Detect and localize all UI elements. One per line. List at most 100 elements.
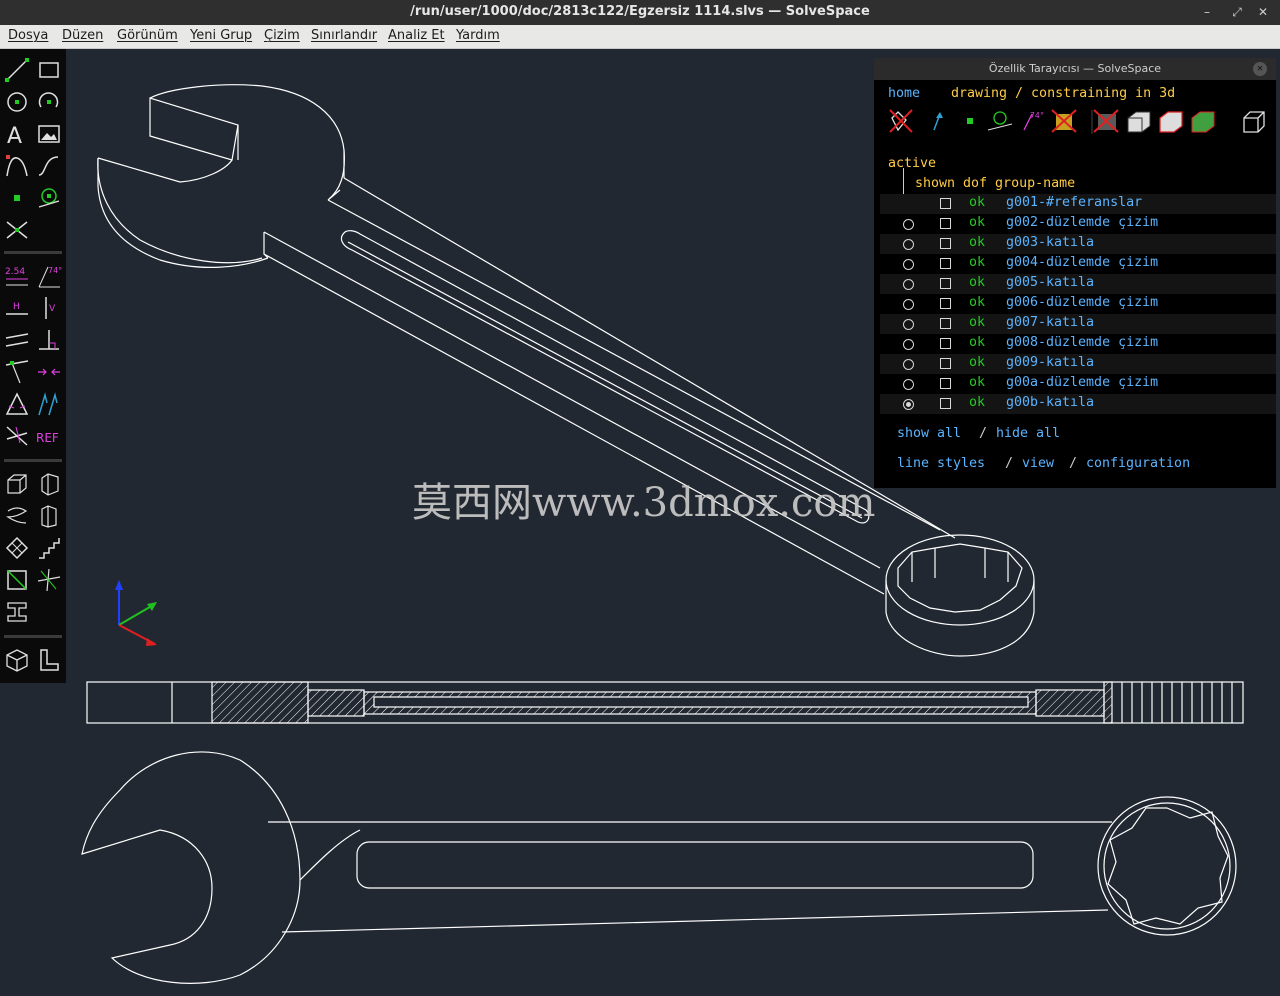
menu-edit[interactable]: Düzen (62, 28, 103, 43)
shown-checkbox[interactable] (940, 278, 951, 289)
group-name-link[interactable]: g008-düzlemde çizim (1006, 335, 1158, 350)
text-icon[interactable]: A (4, 121, 30, 147)
other-supplementary-icon[interactable] (36, 391, 62, 417)
shown-checkbox[interactable] (940, 358, 951, 369)
close-icon[interactable]: ✕ (1254, 3, 1272, 21)
menu-view[interactable]: Görünüm (117, 28, 178, 43)
show-normals-icon[interactable] (933, 112, 943, 131)
circle-icon[interactable] (4, 89, 30, 115)
group-name-link[interactable]: g00b-katıla (1006, 395, 1094, 410)
group-name-link[interactable]: g002-düzlemde çizim (1006, 215, 1158, 230)
active-radio[interactable] (903, 339, 914, 350)
horizontal-constraint-icon[interactable]: H (4, 295, 30, 321)
group-row[interactable]: ok g001-#referanslar (880, 194, 1276, 214)
group-row[interactable]: ok g004-düzlemde çizim (880, 254, 1276, 274)
shown-checkbox[interactable] (940, 198, 951, 209)
angle-constraint-icon[interactable]: 74° (36, 263, 62, 289)
workplane-group-icon[interactable] (4, 567, 30, 593)
perspective-icon[interactable] (1243, 111, 1265, 133)
active-radio[interactable] (903, 379, 914, 390)
shown-checkbox[interactable] (940, 318, 951, 329)
arc-icon[interactable] (36, 89, 62, 115)
active-radio[interactable] (903, 219, 914, 230)
menu-constrain[interactable]: Sınırlandır (311, 28, 377, 43)
group-name-link[interactable]: g007-katıla (1006, 315, 1094, 330)
show-workplanes-icon[interactable] (889, 109, 913, 133)
group-row[interactable]: ok g007-katıla (880, 314, 1276, 334)
hide-all-link[interactable]: hide all (996, 426, 1060, 441)
reference-constraint-icon[interactable]: REF (36, 431, 62, 457)
point-icon[interactable] (4, 185, 30, 211)
group-name-link[interactable]: g006-düzlemde çizim (1006, 295, 1158, 310)
maximize-icon[interactable]: ⤢ (1228, 3, 1246, 21)
show-mesh-icon[interactable] (1159, 111, 1183, 133)
active-radio[interactable] (903, 399, 914, 410)
shown-checkbox[interactable] (940, 398, 951, 409)
menu-analyze[interactable]: Analiz Et (388, 28, 445, 43)
menu-sketch[interactable]: Çizim (264, 28, 300, 43)
equal-constraint-icon[interactable] (4, 391, 30, 417)
show-hidden-lines-icon[interactable] (1093, 109, 1119, 133)
group-row[interactable]: ok g006-düzlemde çizim (880, 294, 1276, 314)
group-name-link[interactable]: g009-katıla (1006, 355, 1094, 370)
show-constraints-icon[interactable]: 74° (1023, 111, 1044, 131)
show-points-icon[interactable] (967, 118, 973, 124)
group-name-link[interactable]: g005-katıla (1006, 275, 1094, 290)
step-rotate-icon[interactable] (36, 535, 62, 561)
active-radio[interactable] (903, 319, 914, 330)
close-icon[interactable]: ✕ (1253, 62, 1267, 76)
nearest-ortho-icon[interactable] (4, 423, 30, 449)
show-faces-icon[interactable] (1051, 109, 1077, 133)
active-radio[interactable] (903, 239, 914, 250)
nav-home-link[interactable]: home (888, 86, 920, 101)
group-name-link[interactable]: g001-#referanslar (1006, 195, 1142, 210)
group-name-link[interactable]: g003-katıla (1006, 235, 1094, 250)
symmetric-constraint-icon[interactable] (36, 359, 62, 385)
show-edges-icon[interactable] (1191, 111, 1215, 133)
step-translate-icon[interactable] (4, 535, 30, 561)
menu-file[interactable]: Dosya (8, 28, 48, 43)
view-link[interactable]: view (1022, 456, 1054, 471)
line-styles-link[interactable]: line styles (897, 456, 985, 471)
point-on-line-constraint-icon[interactable] (4, 359, 30, 385)
menu-help[interactable]: Yardım (456, 28, 500, 43)
group-row[interactable]: ok g002-düzlemde çizim (880, 214, 1276, 234)
shown-checkbox[interactable] (940, 258, 951, 269)
distance-constraint-icon[interactable]: 2.54 (4, 263, 30, 289)
shown-checkbox[interactable] (940, 378, 951, 389)
perpendicular-constraint-icon[interactable] (36, 327, 62, 353)
rectangle-icon[interactable] (36, 57, 62, 83)
workplane-view-icon[interactable] (36, 647, 62, 673)
menu-new-group[interactable]: Yeni Grup (190, 28, 252, 43)
revolve-icon[interactable] (36, 503, 62, 529)
shown-checkbox[interactable] (940, 238, 951, 249)
active-radio[interactable] (903, 359, 914, 370)
vertical-constraint-icon[interactable]: V (36, 295, 62, 321)
configuration-link[interactable]: configuration (1086, 456, 1190, 471)
helix-icon[interactable] (4, 503, 30, 529)
group-row[interactable]: ok g00a-düzlemde çizim (880, 374, 1276, 394)
workplane-icon[interactable] (36, 185, 62, 211)
isometric-view-icon[interactable] (4, 647, 30, 673)
group-row[interactable]: ok g009-katıla (880, 354, 1276, 374)
group-name-link[interactable]: g004-düzlemde çizim (1006, 255, 1158, 270)
shown-checkbox[interactable] (940, 298, 951, 309)
group-name-link[interactable]: g00a-düzlemde çizim (1006, 375, 1158, 390)
shown-checkbox[interactable] (940, 218, 951, 229)
parallel-constraint-icon[interactable] (4, 327, 30, 353)
group-row[interactable]: ok g008-düzlemde çizim (880, 334, 1276, 354)
image-icon[interactable] (36, 121, 62, 147)
sketch-in-3d-icon[interactable] (36, 567, 62, 593)
group-row[interactable]: ok g00b-katıla (880, 394, 1276, 414)
show-all-link[interactable]: show all (897, 426, 961, 441)
group-row[interactable]: ok g003-katıla (880, 234, 1276, 254)
line-icon[interactable] (4, 57, 30, 83)
active-radio[interactable] (903, 299, 914, 310)
extrude-icon[interactable] (4, 471, 30, 497)
link-assembly-icon[interactable] (4, 599, 30, 625)
show-outlines-icon[interactable] (1127, 111, 1151, 133)
active-radio[interactable] (903, 279, 914, 290)
cubic-spline-icon[interactable] (36, 153, 62, 179)
tangent-arc-icon[interactable] (4, 153, 30, 179)
show-construction-icon[interactable] (987, 111, 1013, 131)
